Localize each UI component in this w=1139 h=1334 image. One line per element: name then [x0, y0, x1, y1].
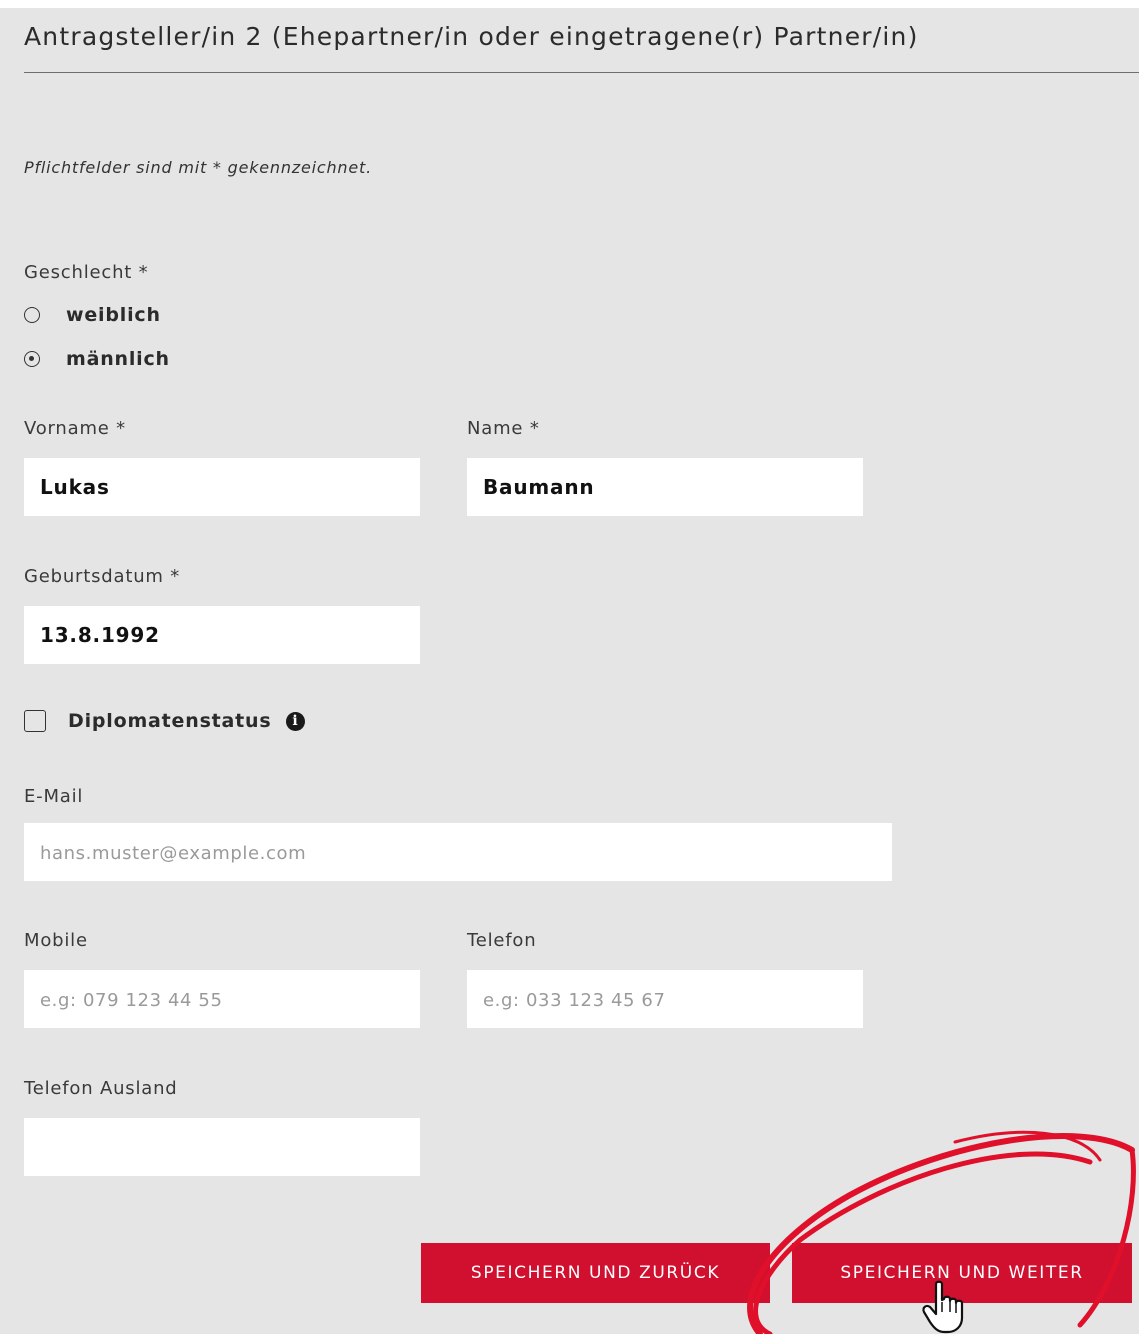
phone-abroad-input[interactable] — [40, 1135, 404, 1159]
radio-female[interactable] — [24, 307, 40, 323]
phone-label: Telefon — [467, 930, 537, 951]
birthdate-field[interactable] — [24, 606, 420, 664]
title-divider — [24, 72, 1139, 73]
email-field[interactable] — [24, 823, 892, 881]
required-fields-hint: Pflichtfelder sind mit * gekennzeichnet. — [24, 158, 372, 177]
info-icon[interactable]: i — [285, 711, 305, 731]
email-input[interactable] — [40, 840, 876, 864]
lastname-field[interactable] — [467, 458, 863, 516]
phone-input[interactable] — [483, 987, 847, 1011]
gender-option-male[interactable]: männlich — [24, 348, 170, 370]
radio-male[interactable] — [24, 351, 40, 367]
lastname-label: Name * — [467, 418, 540, 439]
phone-abroad-field[interactable] — [24, 1118, 420, 1176]
diplomat-row: Diplomatenstatus i — [24, 710, 305, 732]
firstname-input[interactable] — [40, 475, 404, 499]
email-label: E-Mail — [24, 786, 84, 807]
save-and-next-button[interactable]: SPEICHERN UND WEITER — [792, 1243, 1132, 1303]
save-and-back-button[interactable]: SPEICHERN UND ZURÜCK — [421, 1243, 770, 1303]
section-title: Antragsteller/in 2 (Ehepartner/in oder e… — [24, 22, 919, 51]
mobile-label: Mobile — [24, 930, 88, 951]
gender-option-female[interactable]: weiblich — [24, 304, 161, 326]
phone-abroad-label: Telefon Ausland — [24, 1078, 178, 1099]
firstname-label: Vorname * — [24, 418, 126, 439]
birthdate-label: Geburtsdatum * — [24, 566, 181, 587]
birthdate-input[interactable] — [40, 623, 404, 647]
firstname-field[interactable] — [24, 458, 420, 516]
lastname-input[interactable] — [483, 475, 847, 499]
radio-male-label: männlich — [66, 348, 170, 370]
mobile-field[interactable] — [24, 970, 420, 1028]
diplomat-checkbox[interactable] — [24, 710, 46, 732]
diplomat-label: Diplomatenstatus — [68, 710, 272, 732]
gender-label: Geschlecht * — [24, 262, 149, 283]
radio-female-label: weiblich — [66, 304, 161, 326]
mobile-input[interactable] — [40, 987, 404, 1011]
phone-field[interactable] — [467, 970, 863, 1028]
